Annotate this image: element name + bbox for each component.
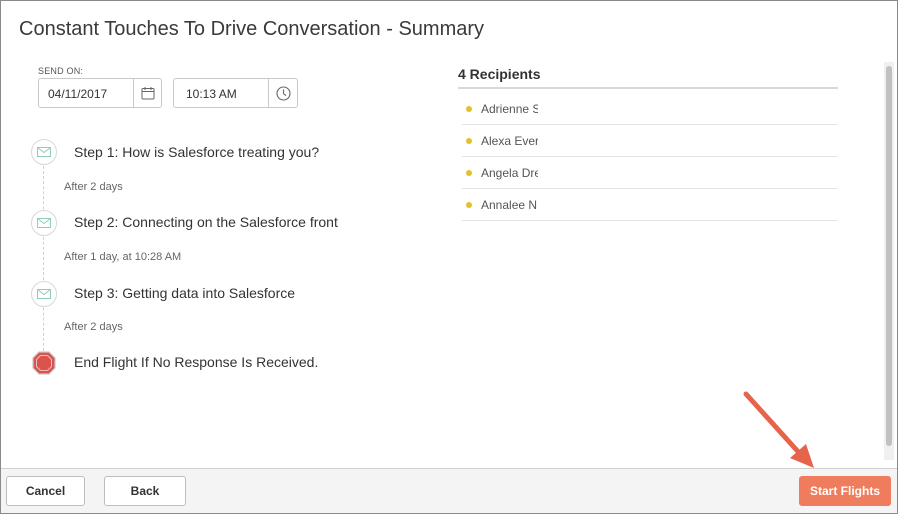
recipient-item[interactable]: Alexa Ever: [462, 125, 838, 157]
status-dot: [466, 170, 472, 176]
recipient-item[interactable]: Annalee N: [462, 189, 838, 221]
step-1-delay: After 2 days: [64, 181, 123, 193]
back-button[interactable]: Back: [104, 476, 186, 506]
timeline-connector: [43, 166, 44, 356]
status-dot: [466, 138, 472, 144]
step-1-label[interactable]: Step 1: How is Salesforce treating you?: [74, 144, 319, 160]
stop-sign-icon: [31, 350, 57, 376]
date-field[interactable]: 04/11/2017: [38, 78, 162, 108]
status-dot: [466, 106, 472, 112]
date-value: 04/11/2017: [48, 87, 108, 101]
step-1-envelope-icon: [31, 139, 57, 165]
recipient-name: Adrienne S: [481, 102, 538, 116]
step-2-label[interactable]: Step 2: Connecting on the Salesforce fro…: [74, 214, 338, 230]
calendar-button[interactable]: [133, 79, 161, 107]
recipient-name: Angela Dre: [481, 166, 538, 180]
step-2-delay: After 1 day, at 10:28 AM: [64, 251, 182, 263]
status-dot: [466, 202, 472, 208]
recipient-item[interactable]: Angela Dre: [462, 157, 838, 189]
step-3-envelope-icon: [31, 281, 57, 307]
end-step-label: End Flight If No Response Is Received.: [74, 354, 319, 370]
time-field[interactable]: 10:13 AM: [173, 78, 298, 108]
recipient-name: Alexa Ever: [481, 134, 538, 148]
clock-icon: [275, 85, 291, 101]
time-value: 10:13 AM: [186, 87, 237, 101]
recipients-title: 4 Recipients: [458, 66, 541, 82]
start-flights-button[interactable]: Start Flights: [799, 476, 891, 506]
vertical-scrollbar[interactable]: [884, 62, 894, 460]
recipient-name: Annalee N: [481, 198, 538, 212]
dialog-title: Constant Touches To Drive Conversation -…: [19, 18, 485, 40]
cancel-button[interactable]: Cancel: [6, 476, 85, 506]
send-on-label: SEND ON:: [38, 66, 84, 76]
calendar-icon: [141, 87, 154, 100]
step-3-delay: After 2 days: [64, 321, 123, 333]
scrollbar-thumb[interactable]: [886, 66, 892, 446]
step-2-envelope-icon: [31, 210, 57, 236]
recipients-divider: [458, 87, 838, 89]
step-3-label[interactable]: Step 3: Getting data into Salesforce: [74, 285, 295, 301]
recipient-item[interactable]: Adrienne S: [462, 93, 838, 125]
clock-button[interactable]: [268, 79, 297, 107]
